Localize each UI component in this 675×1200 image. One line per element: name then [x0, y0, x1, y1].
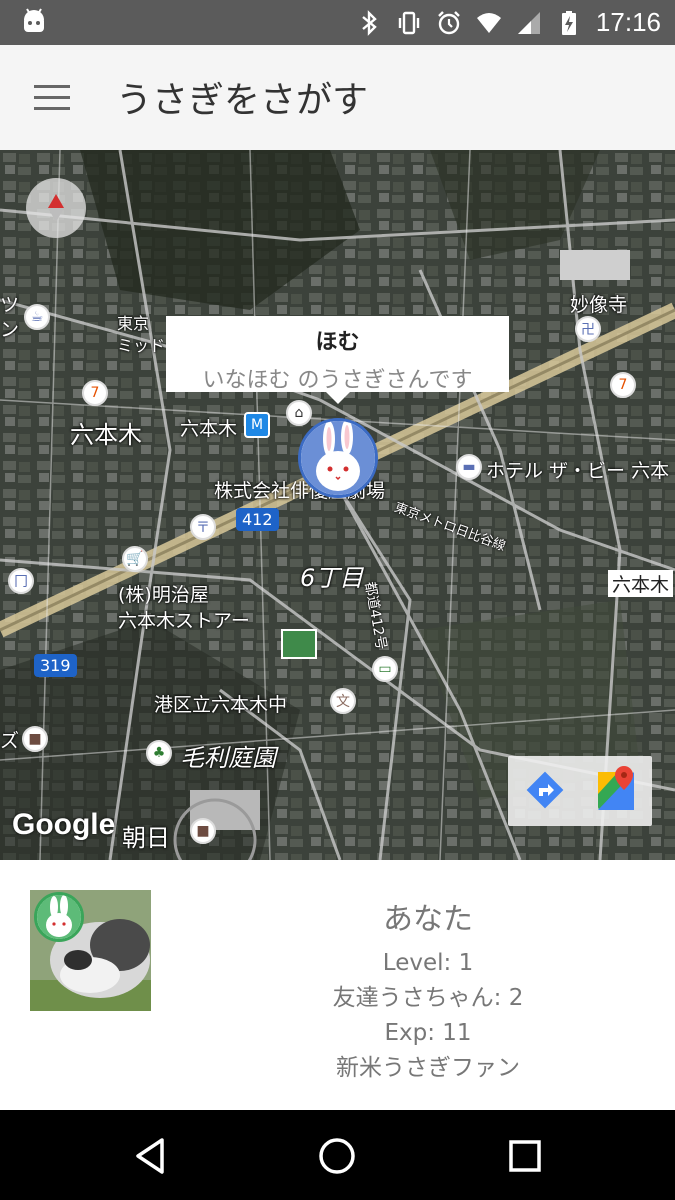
app-bar: うさぎをさがす [0, 45, 675, 150]
rabbit-marker[interactable] [298, 418, 378, 498]
open-in-maps-button[interactable] [580, 756, 652, 826]
satellite-map-imagery [0, 150, 675, 860]
map-label: ホテル ザ・ビー 六本 [486, 460, 670, 482]
directions-button[interactable] [508, 756, 580, 826]
info-window-subtitle: いなほむ のうさぎさんです [202, 368, 473, 393]
map-label: 六本木 [608, 570, 674, 597]
hotel-poi-icon: ▬ [456, 454, 482, 480]
map-label: (株)明治屋 [118, 584, 209, 606]
place-poi-icon: ■ [22, 726, 48, 752]
home-icon[interactable] [315, 1134, 359, 1178]
info-window-title: ほむ [315, 330, 360, 355]
store-poi-icon: ▭ [372, 656, 398, 682]
place-poi-icon: ■ [190, 818, 216, 844]
profile-name: あなた [383, 902, 473, 937]
google-maps-icon [598, 766, 634, 810]
android-icon [24, 8, 44, 32]
map-label: 東京 [117, 314, 150, 333]
profile-exp: Exp: 11 [384, 1020, 472, 1046]
profile-info: あなた Level: 1 友達うさちゃん: 2 Exp: 11 新米うさぎファン [253, 894, 603, 1086]
rabbit-badge-icon [34, 892, 84, 942]
rabbit-icon [301, 421, 375, 495]
profile-friends: 友達うさちゃん: 2 [332, 985, 524, 1011]
route-shield: 319 [34, 654, 77, 677]
signal-icon [517, 11, 540, 34]
app-title: うさぎをさがす [116, 80, 369, 121]
profile-level: Level: 1 [382, 950, 474, 976]
profile-photo[interactable] [30, 890, 151, 1011]
cafe-poi-icon: ☕ [24, 304, 50, 330]
wifi-icon [476, 12, 501, 33]
map-view[interactable]: ツ ン ☕ 東京 ミッド 妙像寺 卍 7 7 六本木 六本木 M ⌂ 株式会社俳… [0, 150, 675, 860]
map-label: ン [0, 319, 20, 341]
map-label: 六本木ストアー [118, 610, 250, 632]
post-office-poi-icon: 〒 [190, 514, 216, 540]
map-label: 毛利庭園 [180, 744, 276, 772]
bluetooth-icon [362, 9, 377, 36]
map-label: ツ [0, 294, 20, 316]
map-label: 六本木 [180, 418, 238, 440]
shopping-poi-icon: 🛒 [122, 546, 148, 572]
directions-icon [526, 771, 564, 809]
map-label: 妙像寺 [570, 294, 628, 316]
map-label: ミッド [117, 336, 166, 355]
route-shield: 412 [236, 508, 279, 531]
temple-poi-icon: 卍 [575, 316, 601, 342]
hamburger-menu-icon[interactable] [34, 85, 70, 111]
map-label: 港区立六本木中 [154, 694, 288, 716]
metro-station-icon: M [244, 412, 270, 438]
status-time: 17:16 [595, 7, 661, 37]
navigation-bar [0, 1110, 675, 1200]
map-label: ズ [0, 730, 20, 752]
battery-charging-icon [561, 10, 576, 35]
building-poi-icon: 冂 [8, 568, 34, 594]
map-label: 六本木 [70, 421, 142, 449]
back-icon[interactable] [128, 1134, 172, 1178]
profile-card: あなた Level: 1 友達うさちゃん: 2 Exp: 11 新米うさぎファン [0, 860, 675, 1110]
map-toolbar [508, 756, 652, 826]
google-logo: Google [12, 808, 116, 841]
home-poi-icon: ⌂ [286, 400, 312, 426]
compass-button[interactable] [26, 178, 86, 238]
map-label: 朝日 [122, 824, 170, 852]
park-poi-icon: ♣ [146, 740, 172, 766]
convenience-store-poi-icon: 7 [610, 372, 636, 398]
map-label: 6丁目 [300, 564, 364, 592]
school-poi-icon: 文 [330, 688, 356, 714]
marker-info-window[interactable]: ほむ いなほむ のうさぎさんです [166, 316, 509, 404]
recents-icon[interactable] [503, 1134, 547, 1178]
status-bar: 17:16 [0, 0, 675, 45]
compass-needle-icon [48, 194, 64, 222]
alarm-icon [438, 10, 460, 34]
convenience-store-poi-icon: 7 [82, 380, 108, 406]
profile-rank: 新米うさぎファン [336, 1055, 520, 1081]
vibrate-icon [398, 11, 420, 34]
